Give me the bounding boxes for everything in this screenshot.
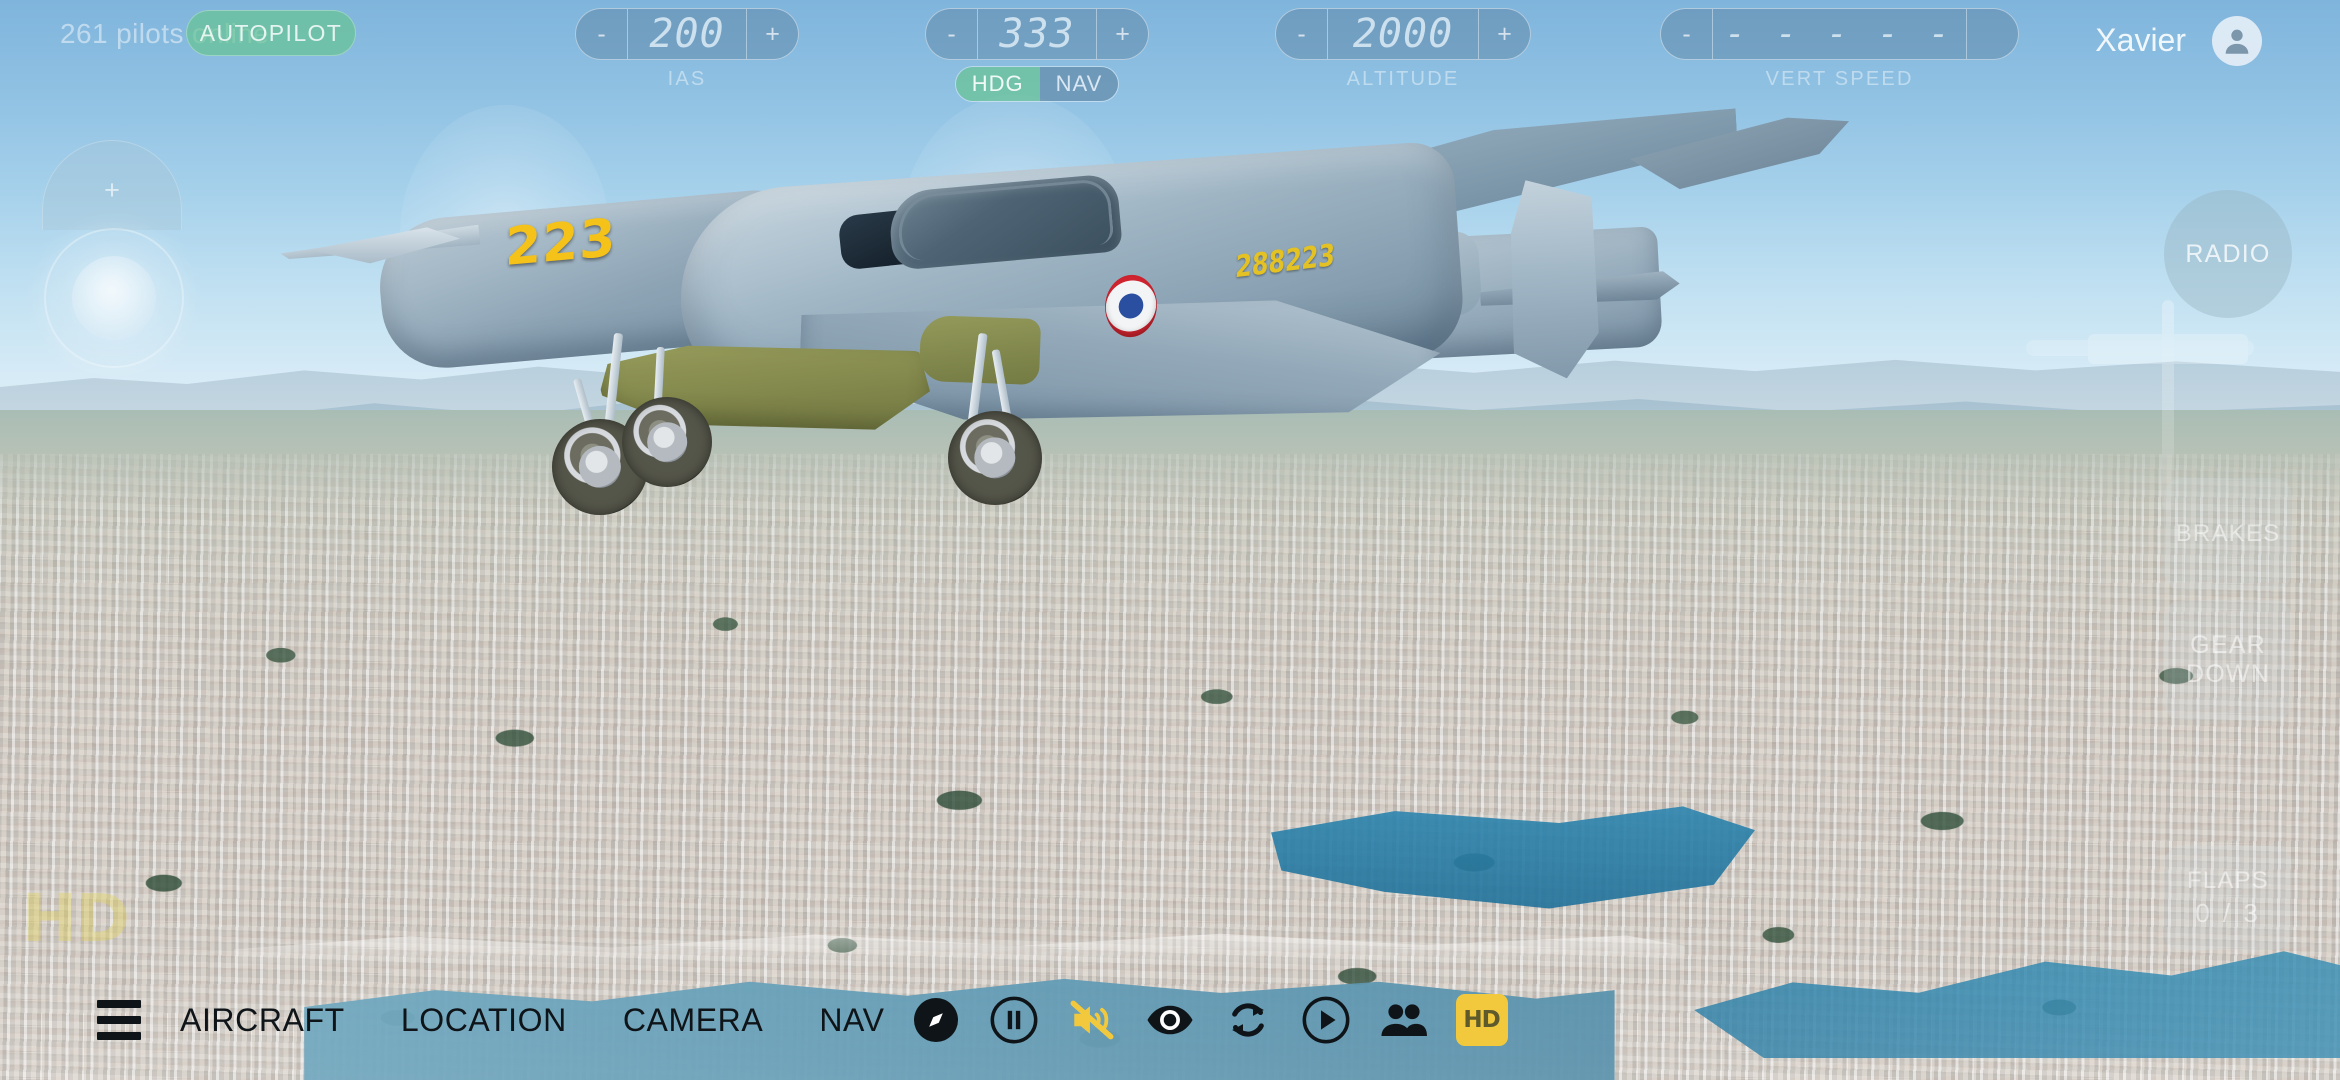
- autopilot-button[interactable]: AUTOPILOT: [186, 10, 356, 56]
- flight-sim-screen: 223 288223 261 pilots online AUTOPILOT -…: [0, 0, 2340, 1080]
- brakes-button[interactable]: BRAKES: [2164, 478, 2292, 590]
- ias-label: IAS: [667, 68, 707, 90]
- wheel-left-inner: [622, 397, 712, 487]
- heading-value[interactable]: 333: [978, 9, 1096, 59]
- vertspeed-stepper-group: - - - - - - VERT SPEED: [1660, 8, 2020, 91]
- ias-value[interactable]: 200: [628, 9, 746, 59]
- vertspeed-decrease-button[interactable]: -: [1661, 9, 1713, 59]
- flaps-value: 0 / 3: [2195, 897, 2261, 928]
- compass-icon[interactable]: [897, 978, 975, 1062]
- person-icon: [2225, 29, 2249, 54]
- hd-badge-label: HD: [1455, 994, 1508, 1046]
- gear-button[interactable]: GEAR DOWN: [2164, 600, 2292, 720]
- multiplayer-icon[interactable]: [1365, 978, 1443, 1062]
- wheel-right: [948, 411, 1042, 505]
- nose-number: 223: [504, 207, 617, 279]
- vertspeed-label: VERT SPEED: [1765, 68, 1914, 90]
- altitude-increase-button[interactable]: +: [1478, 9, 1530, 59]
- location-menu-button[interactable]: LOCATION: [373, 978, 595, 1062]
- gear-label: GEAR: [2190, 631, 2266, 660]
- heading-stepper-group: - 333 + HDG NAV: [925, 8, 1149, 102]
- heading-increase-button[interactable]: +: [1096, 9, 1148, 59]
- vertspeed-value[interactable]: - - - - -: [1713, 9, 1966, 59]
- heading-decrease-button[interactable]: -: [926, 9, 978, 59]
- ias-stepper[interactable]: - 200 +: [575, 8, 799, 60]
- altitude-stepper-group: - 2000 + ALTITUDE: [1275, 8, 1531, 91]
- vertical-stabilizer: [1505, 177, 1601, 381]
- altitude-decrease-button[interactable]: -: [1276, 9, 1328, 59]
- player-aircraft: 223 288223: [300, 95, 1700, 565]
- volume-muted-icon[interactable]: [1053, 978, 1131, 1062]
- camera-menu-button[interactable]: CAMERA: [595, 978, 792, 1062]
- play-icon[interactable]: [1287, 978, 1365, 1062]
- altitude-stepper[interactable]: - 2000 +: [1275, 8, 1531, 60]
- hdg-nav-toggle[interactable]: HDG NAV: [954, 66, 1120, 102]
- ias-decrease-button[interactable]: -: [576, 9, 628, 59]
- ias-increase-button[interactable]: +: [746, 9, 798, 59]
- ias-stepper-group: - 200 + IAS: [575, 8, 799, 91]
- vertspeed-stepper[interactable]: - - - - - -: [1660, 8, 2020, 60]
- aircraft-menu-button[interactable]: AIRCRAFT: [152, 978, 373, 1062]
- brakes-label: BRAKES: [2175, 520, 2281, 548]
- avatar[interactable]: [2212, 16, 2262, 66]
- pause-icon[interactable]: [975, 978, 1053, 1062]
- username-label[interactable]: Xavier: [2095, 22, 2186, 59]
- hdg-mode-button[interactable]: HDG: [955, 67, 1040, 101]
- radio-button[interactable]: RADIO: [2164, 190, 2292, 318]
- gear-state: DOWN: [2186, 660, 2270, 688]
- replay-icon[interactable]: [1209, 978, 1287, 1062]
- nav-mode-button[interactable]: NAV: [1039, 67, 1119, 101]
- joystick[interactable]: [44, 228, 184, 368]
- altitude-value[interactable]: 2000: [1328, 9, 1478, 59]
- hamburger-menu-icon[interactable]: [86, 978, 152, 1062]
- vertspeed-increase-button[interactable]: [1966, 9, 2018, 59]
- nav-menu-button[interactable]: NAV: [791, 978, 892, 1062]
- hd-quality-badge[interactable]: HD: [1443, 978, 1521, 1062]
- eye-icon[interactable]: [1131, 978, 1209, 1062]
- bottom-toolbar: AIRCRAFT LOCATION CAMERA NAV HD: [86, 978, 1521, 1062]
- heading-stepper[interactable]: - 333 +: [925, 8, 1149, 60]
- altitude-label: ALTITUDE: [1346, 68, 1460, 90]
- flaps-label: FLAPS: [2186, 867, 2270, 895]
- joystick-knob[interactable]: [72, 256, 156, 340]
